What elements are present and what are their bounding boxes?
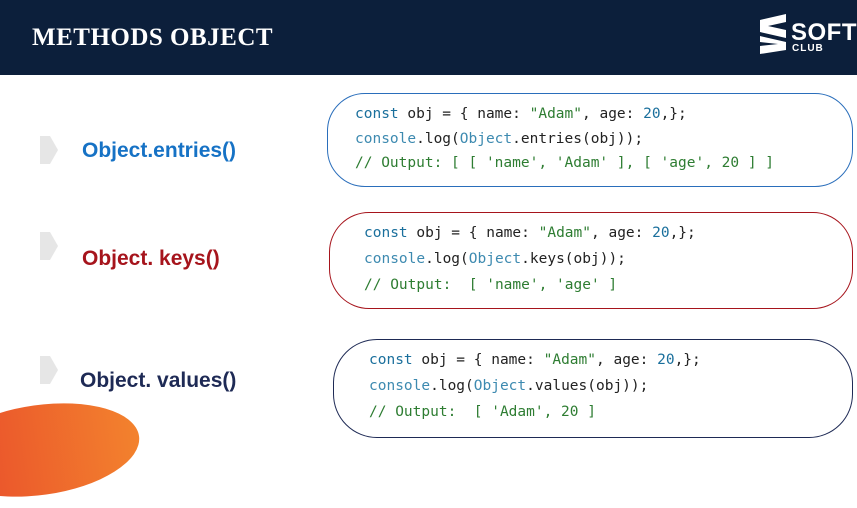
method-label-entries: Object.entries(): [82, 139, 237, 162]
method-label-values: Object. values(): [80, 369, 237, 392]
method-label-keys: Object. keys(): [82, 247, 220, 270]
bullet-icon: [40, 136, 58, 164]
code-box-entries: const obj = { name: "Adam", age: 20,}; c…: [327, 93, 853, 187]
code-comment: // Output: [ 'Adam', 20 ]: [369, 404, 596, 420]
decorative-orange-shape: [0, 391, 146, 508]
logo-mark-icon: [760, 14, 786, 54]
header-bar: METHODS OBJECT SOFT CLUB: [0, 0, 857, 75]
softclub-logo: SOFT CLUB: [760, 14, 857, 64]
code-line-1: const obj = { name: "Adam", age: 20,};: [355, 106, 687, 122]
code-line-2: console.log(Object.values(obj));: [369, 378, 649, 394]
code-box-keys: const obj = { name: "Adam", age: 20,}; c…: [329, 212, 853, 309]
code-line-1: const obj = { name: "Adam", age: 20,};: [369, 352, 701, 368]
page-title: METHODS OBJECT: [32, 24, 274, 51]
code-line-2: console.log(Object.entries(obj));: [355, 131, 644, 147]
code-comment: // Output: [ [ 'name', 'Adam' ], [ 'age'…: [355, 155, 775, 171]
code-line-1: const obj = { name: "Adam", age: 20,};: [364, 225, 696, 241]
logo-text-sub: CLUB: [792, 43, 824, 54]
bullet-icon: [40, 232, 58, 260]
bullet-icon: [40, 356, 58, 384]
code-comment: // Output: [ 'name', 'age' ]: [364, 277, 618, 293]
code-line-2: console.log(Object.keys(obj));: [364, 251, 626, 267]
code-box-values: const obj = { name: "Adam", age: 20,}; c…: [333, 339, 853, 438]
